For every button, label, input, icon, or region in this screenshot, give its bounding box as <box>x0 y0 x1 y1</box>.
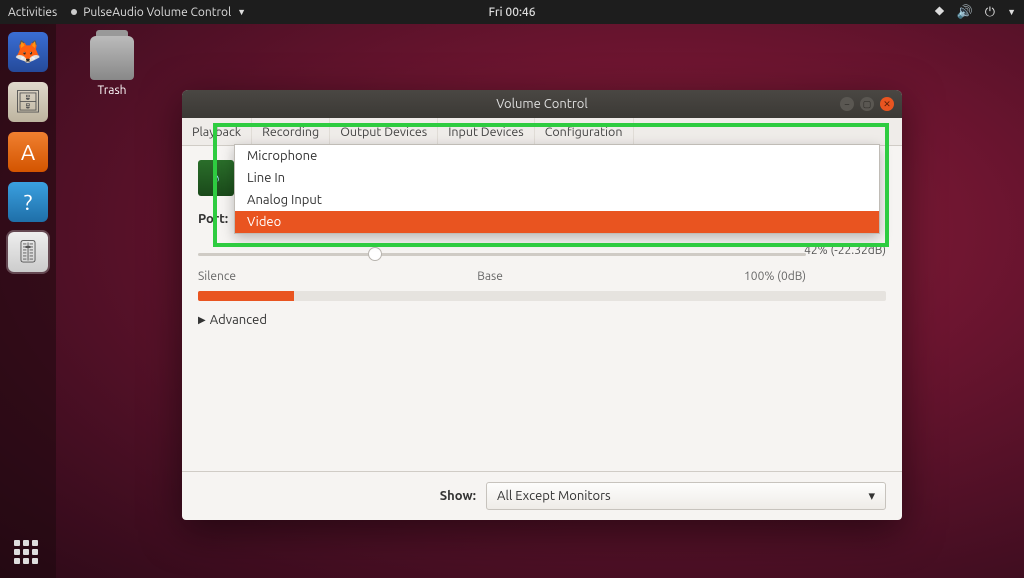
slider-track <box>198 253 806 256</box>
scale-mid: Base <box>477 270 503 283</box>
files-launcher[interactable]: 🗄 <box>8 82 48 122</box>
advanced-expander[interactable]: ▶ Advanced <box>198 313 886 327</box>
port-label: Port: <box>198 212 228 226</box>
slider-readout: 42% (-22.32dB) <box>804 244 886 257</box>
chevron-right-icon: ▶ <box>198 314 206 326</box>
vu-meter <box>198 291 886 301</box>
trash-desktop-icon[interactable]: Trash <box>80 36 144 97</box>
gnome-topbar: Activities PulseAudio Volume Control ▼ F… <box>0 0 1024 24</box>
scale-max: 100% (0dB) <box>744 270 806 283</box>
slider-scale: Silence Base 100% (0dB) <box>198 270 886 283</box>
vu-fill <box>198 291 294 301</box>
pavucontrol-launcher[interactable]: 🎚 <box>8 232 48 272</box>
window-title: Volume Control <box>496 97 588 111</box>
scale-min: Silence <box>198 270 236 283</box>
app-menu-label: PulseAudio Volume Control <box>83 6 231 19</box>
port-option-line-in[interactable]: Line In <box>235 167 879 189</box>
port-dropdown[interactable]: Microphone Line In Analog Input Video <box>234 144 880 234</box>
slider-thumb[interactable] <box>368 247 382 261</box>
trash-label: Trash <box>80 84 144 97</box>
launcher-dock: 🦊 🗄 A ? 🎚 <box>0 24 56 578</box>
tab-bar: Playback Recording Output Devices Input … <box>182 118 902 146</box>
trash-icon <box>90 36 134 80</box>
app-menu[interactable]: PulseAudio Volume Control ▼ <box>71 6 246 19</box>
sound-card-icon: ♪ <box>198 160 234 196</box>
activities-button[interactable]: Activities <box>8 6 57 19</box>
maximize-button[interactable]: ▢ <box>860 97 874 111</box>
minimize-button[interactable]: – <box>840 97 854 111</box>
show-select-value: All Except Monitors <box>497 489 611 503</box>
chevron-down-icon[interactable]: ▼ <box>1007 7 1016 17</box>
port-option-analog-input[interactable]: Analog Input <box>235 189 879 211</box>
advanced-label: Advanced <box>210 313 267 327</box>
tab-recording[interactable]: Recording <box>252 118 330 145</box>
show-select[interactable]: All Except Monitors ▾ <box>486 482 886 510</box>
tab-playback[interactable]: Playback <box>182 118 252 145</box>
chevron-down-icon: ▼ <box>237 7 246 17</box>
software-launcher[interactable]: A <box>8 132 48 172</box>
power-icon[interactable]: ⏻ <box>985 5 995 20</box>
volume-icon[interactable]: 🔊 <box>957 5 973 20</box>
port-option-video[interactable]: Video <box>235 211 879 233</box>
chevron-down-icon: ▾ <box>868 489 875 504</box>
network-icon[interactable]: ⯁ <box>934 5 944 20</box>
show-filter-row: Show: All Except Monitors ▾ <box>182 471 902 520</box>
port-option-microphone[interactable]: Microphone <box>235 145 879 167</box>
volume-slider[interactable]: 42% (-22.32dB) <box>198 244 886 264</box>
show-label: Show: <box>440 489 476 503</box>
tab-output-devices[interactable]: Output Devices <box>330 118 438 145</box>
clock[interactable]: Fri 00:46 <box>489 6 536 19</box>
firefox-launcher[interactable]: 🦊 <box>8 32 48 72</box>
window-titlebar[interactable]: Volume Control – ▢ ✕ <box>182 90 902 118</box>
close-button[interactable]: ✕ <box>880 97 894 111</box>
help-launcher[interactable]: ? <box>8 182 48 222</box>
show-applications-button[interactable] <box>14 540 38 564</box>
app-indicator-dot <box>71 9 77 15</box>
tab-input-devices[interactable]: Input Devices <box>438 118 535 145</box>
tab-configuration[interactable]: Configuration <box>535 118 634 145</box>
